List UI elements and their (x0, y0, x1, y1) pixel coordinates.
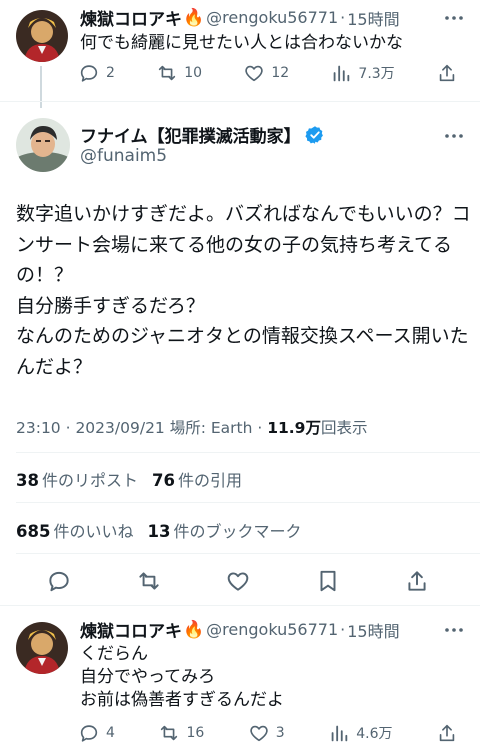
like-count: 12 (271, 65, 290, 81)
bookmarks-link[interactable]: 13 件のブックマーク (147, 522, 301, 541)
retweet-count: 10 (184, 65, 203, 81)
divider (16, 502, 480, 503)
likes-link[interactable]: 685 件のいいね (16, 522, 133, 541)
main-action-bar (46, 568, 430, 594)
divider (16, 452, 480, 453)
views-icon (334, 65, 350, 82)
views-button[interactable]: 7.3万 (330, 62, 395, 84)
quotes-count: 76 (151, 471, 175, 490)
fire-emoji: 🔥 (183, 7, 205, 28)
share-button[interactable] (436, 62, 464, 84)
reply2-handle[interactable]: @rengoku56771 (206, 620, 338, 639)
main-views-count: 11.9万 (267, 419, 321, 437)
reply-icon (80, 65, 98, 82)
likes-label: 件のいいね (53, 522, 134, 541)
likes-count: 685 (16, 522, 51, 541)
main-avatar[interactable] (16, 118, 70, 172)
divider (16, 553, 480, 554)
reposts-label: 件のリポスト (41, 471, 138, 490)
share-icon[interactable] (404, 568, 430, 594)
like-button[interactable]: 3 (248, 722, 285, 744)
retweet-button[interactable]: 16 (158, 722, 204, 744)
bookmarks-label: 件のブックマーク (173, 522, 302, 541)
like-icon (250, 725, 268, 742)
retweet-button[interactable]: 10 (156, 62, 202, 84)
reply1-handle[interactable]: @rengoku56771 (206, 8, 338, 27)
main-name-row: フナイム【犯罪撲滅活動家】 (80, 122, 325, 147)
main-timestamp[interactable]: 23:10 · 2023/09/21 場所: Earth · (16, 419, 267, 437)
views-button[interactable]: 4.6万 (328, 722, 392, 744)
reply1-avatar[interactable] (16, 10, 68, 62)
separator-dot: · (340, 620, 346, 639)
retweet-icon[interactable] (136, 568, 162, 594)
main-meta-row: 23:10 · 2023/09/21 場所: Earth · 11.9万回表示 (16, 416, 367, 438)
more-icon[interactable] (442, 6, 466, 30)
reply-button[interactable]: 2 (78, 62, 115, 84)
reposts-quotes-row: 38 件のリポスト 76 件の引用 (16, 467, 242, 491)
divider (0, 605, 480, 606)
reply1-name-row: 煉獄コロアキ 🔥 @rengoku56771 · 15時間 (80, 5, 400, 31)
retweet-count: 16 (186, 725, 205, 741)
views-count: 7.3万 (358, 66, 395, 82)
reply2-name-row: 煉獄コロアキ 🔥 @rengoku56771 · 15時間 (80, 617, 400, 643)
reply1-text: 何でも綺麗に見せたい人とは合わないかな (80, 33, 403, 53)
reply1-time[interactable]: 15時間 (347, 6, 399, 30)
reply2-time[interactable]: 15時間 (347, 618, 399, 642)
reply1-action-bar: 2 10 12 7.3万 (78, 62, 464, 84)
bookmark-icon[interactable] (315, 568, 341, 594)
bookmarks-count: 13 (147, 522, 171, 541)
main-tweet-text: 数字追いかけすぎだよ。バズればなんでもいいの？コンサート会場に来てる他の女の子の… (16, 203, 471, 378)
likes-bookmarks-row: 685 件のいいね 13 件のブックマーク (16, 518, 301, 542)
main-display-name[interactable]: フナイム【犯罪撲滅活動家】 (80, 122, 301, 147)
reply2-display-name[interactable]: 煉獄コロアキ (80, 617, 182, 642)
reposts-link[interactable]: 38 件のリポスト (16, 471, 138, 490)
main-handle[interactable]: @funaim5 (80, 146, 167, 166)
reposts-count: 38 (16, 471, 39, 490)
quotes-link[interactable]: 76 件の引用 (152, 471, 242, 490)
reply-count: 4 (106, 725, 115, 741)
share-button[interactable] (436, 722, 464, 744)
like-icon[interactable] (225, 568, 251, 594)
like-button[interactable]: 12 (243, 62, 289, 84)
views-icon (331, 725, 348, 742)
more-icon[interactable] (442, 124, 466, 148)
fire-emoji: 🔥 (183, 619, 205, 640)
verified-badge-icon[interactable] (305, 125, 325, 145)
main-views-label: 回表示 (320, 419, 368, 437)
reply-count: 2 (106, 65, 115, 81)
reply2-text: くだらん 自分でやってみろ お前は偽善者すぎるんだよ (80, 644, 284, 710)
separator-dot: · (340, 8, 346, 27)
quotes-label: 件の引用 (177, 471, 242, 490)
like-icon (245, 65, 264, 82)
reply2-avatar[interactable] (16, 622, 68, 674)
more-icon[interactable] (442, 618, 466, 642)
share-icon (439, 724, 455, 742)
reply-icon (80, 725, 98, 742)
like-count: 3 (275, 725, 285, 741)
divider (0, 101, 480, 102)
reply2-action-bar: 4 16 3 4.6万 (78, 722, 464, 744)
retweet-icon (159, 65, 176, 81)
share-icon (439, 64, 455, 82)
reply-button[interactable]: 4 (78, 722, 115, 744)
views-count: 4.6万 (356, 726, 393, 742)
reply1-display-name[interactable]: 煉獄コロアキ (80, 5, 182, 30)
reply-icon[interactable] (46, 568, 72, 594)
retweet-icon (161, 725, 178, 741)
